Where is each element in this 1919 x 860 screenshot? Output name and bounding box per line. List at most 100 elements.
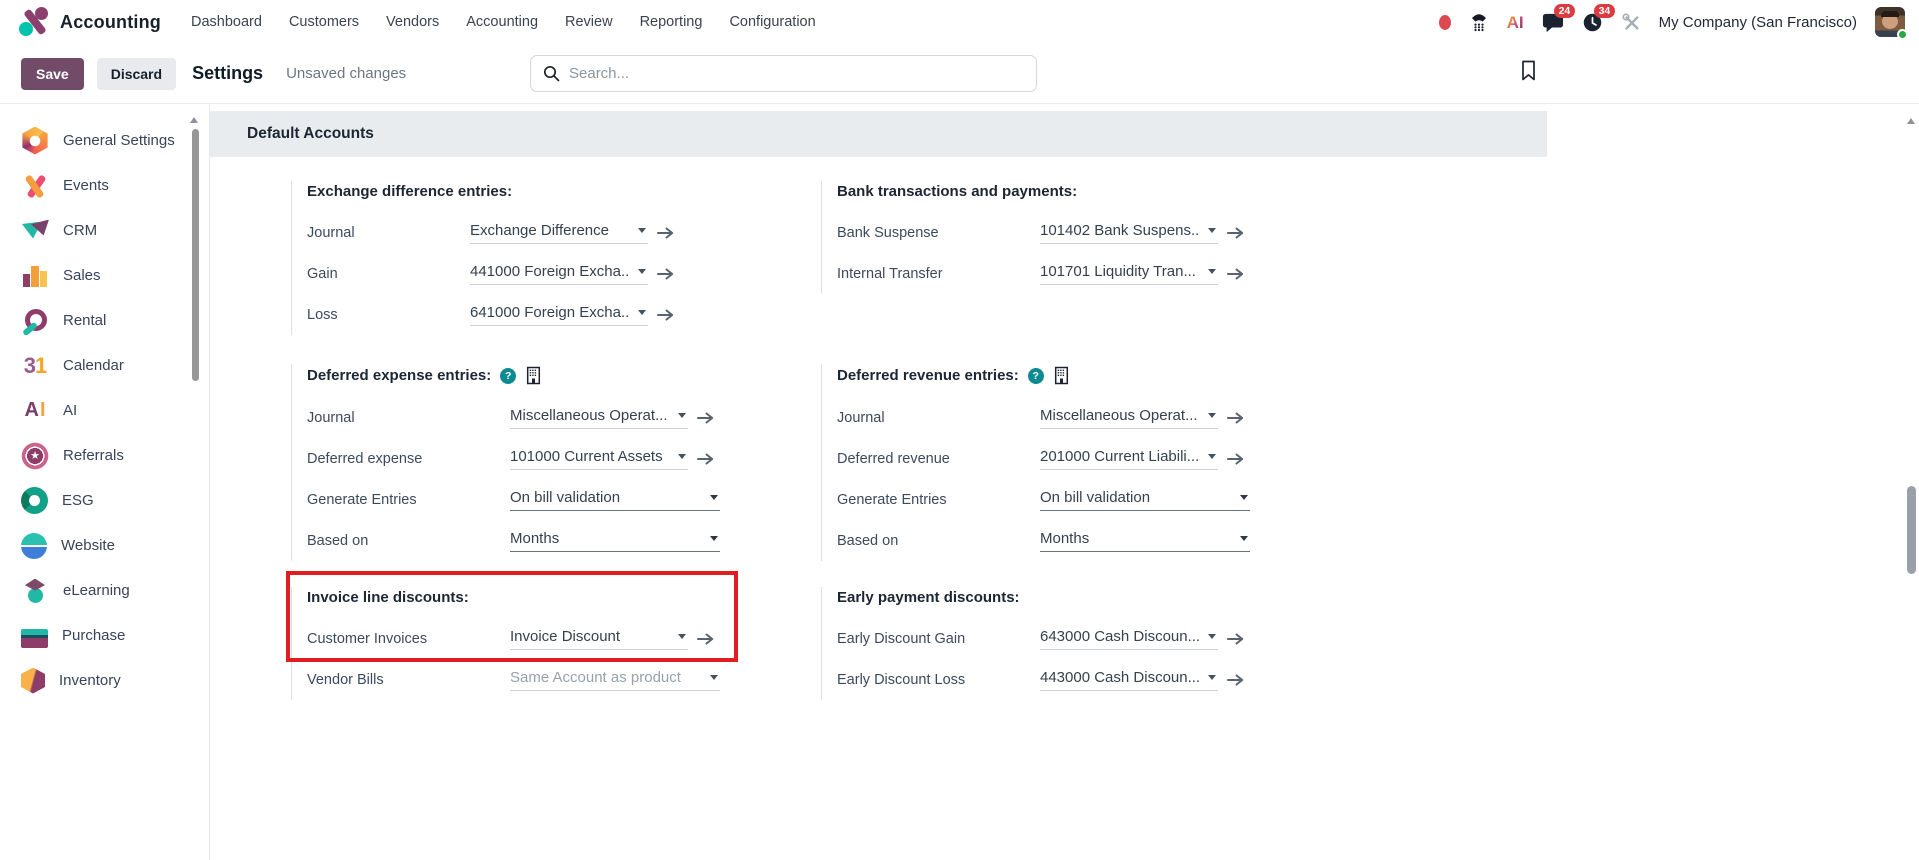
menu-item-review[interactable]: Review	[565, 10, 613, 34]
chevron-down-icon[interactable]	[638, 227, 646, 233]
sidebar-item-inventory[interactable]: Inventory	[0, 658, 209, 703]
select-value[interactable]: On bill validation	[510, 489, 620, 506]
many2one-value[interactable]: 443000 Cash Discoun...	[1040, 669, 1200, 686]
menu-item-accounting[interactable]: Accounting	[466, 10, 538, 34]
select-value[interactable]: Months	[510, 530, 559, 547]
ai-icon[interactable]	[1507, 14, 1524, 31]
internal-link-arrow-icon[interactable]	[1227, 227, 1244, 239]
sidebar-item-crm[interactable]: CRM	[0, 208, 209, 253]
chevron-down-icon[interactable]	[1208, 412, 1216, 418]
chevron-down-icon[interactable]	[678, 453, 686, 459]
user-avatar[interactable]	[1875, 7, 1908, 40]
many2one-value[interactable]: Miscellaneous Operat...	[510, 407, 668, 424]
many2one-field[interactable]: Miscellaneous Operat...	[1040, 407, 1218, 429]
chevron-down-icon[interactable]	[710, 494, 718, 500]
many2one-value[interactable]: 101402 Bank Suspens...	[1040, 222, 1200, 239]
many2one-field[interactable]: 201000 Current Liabili...	[1040, 448, 1218, 470]
bookmark-icon[interactable]	[1519, 59, 1538, 82]
internal-link-arrow-icon[interactable]	[697, 453, 714, 465]
chevron-down-icon[interactable]	[1208, 227, 1216, 233]
building-icon[interactable]	[1053, 366, 1070, 385]
chevron-down-icon[interactable]	[1240, 494, 1248, 500]
many2one-field[interactable]: Same Account as product	[510, 669, 720, 691]
chevron-down-icon[interactable]	[638, 268, 646, 274]
many2one-value[interactable]: Invoice Discount	[510, 628, 620, 645]
sidebar-item-sales[interactable]: Sales	[0, 253, 209, 298]
many2one-field[interactable]: 101402 Bank Suspens...	[1040, 222, 1218, 244]
chevron-down-icon[interactable]	[710, 674, 718, 680]
sidebar-item-esg[interactable]: ESG	[0, 478, 209, 523]
many2one-field[interactable]: 101000 Current Assets	[510, 448, 688, 470]
select-field[interactable]: Months	[1040, 530, 1250, 552]
messages-icon[interactable]: 24	[1542, 3, 1576, 33]
select-field[interactable]: On bill validation	[1040, 489, 1250, 511]
internal-link-arrow-icon[interactable]	[1227, 633, 1244, 645]
page-scroll-up-icon[interactable]	[1907, 118, 1915, 124]
app-title[interactable]: Accounting	[60, 12, 161, 33]
select-value[interactable]: On bill validation	[1040, 489, 1150, 506]
many2one-field[interactable]: 441000 Foreign Excha...	[470, 263, 648, 285]
internal-link-arrow-icon[interactable]	[657, 227, 674, 239]
sidebar-item-ai[interactable]: AI	[0, 388, 209, 433]
building-icon[interactable]	[525, 366, 542, 385]
sidebar-scrollbar[interactable]	[192, 129, 199, 381]
sidebar-item-calendar[interactable]: Calendar	[0, 343, 209, 388]
chevron-down-icon[interactable]	[1208, 453, 1216, 459]
chevron-down-icon[interactable]	[1208, 674, 1216, 680]
search-box[interactable]	[530, 55, 1037, 92]
many2one-field[interactable]: Miscellaneous Operat...	[510, 407, 688, 429]
menu-item-vendors[interactable]: Vendors	[386, 10, 439, 34]
chevron-down-icon[interactable]	[1208, 633, 1216, 639]
accounting-app-logo-icon[interactable]	[18, 6, 50, 38]
menu-item-configuration[interactable]: Configuration	[729, 10, 815, 34]
record-indicator-icon[interactable]	[1438, 14, 1451, 30]
many2one-field[interactable]: 643000 Cash Discoun...	[1040, 628, 1218, 650]
menu-item-reporting[interactable]: Reporting	[640, 10, 703, 34]
search-input[interactable]	[569, 65, 1024, 82]
many2one-field[interactable]: Invoice Discount	[510, 628, 688, 650]
internal-link-arrow-icon[interactable]	[1227, 268, 1244, 280]
many2one-field[interactable]: Exchange Difference	[470, 222, 648, 244]
select-field[interactable]: Months	[510, 530, 720, 552]
many2one-field[interactable]: 641000 Foreign Excha...	[470, 304, 648, 326]
chevron-down-icon[interactable]	[710, 535, 718, 541]
many2one-value[interactable]: Exchange Difference	[470, 222, 609, 239]
phone-icon[interactable]	[1469, 12, 1489, 32]
menu-item-dashboard[interactable]: Dashboard	[191, 10, 262, 34]
chevron-down-icon[interactable]	[1240, 535, 1248, 541]
help-icon[interactable]	[1027, 367, 1044, 384]
select-value[interactable]: Months	[1040, 530, 1089, 547]
help-icon[interactable]	[500, 367, 517, 384]
internal-link-arrow-icon[interactable]	[657, 309, 674, 321]
many2one-value[interactable]: 201000 Current Liabili...	[1040, 448, 1199, 465]
many2one-value[interactable]: 101000 Current Assets	[510, 448, 663, 465]
sidebar-scroll-up-icon[interactable]	[190, 117, 198, 123]
discard-button[interactable]: Discard	[96, 57, 177, 90]
app-switcher[interactable]: Accounting	[18, 6, 161, 38]
page-scrollbar[interactable]	[1907, 486, 1916, 574]
internal-link-arrow-icon[interactable]	[1227, 412, 1244, 424]
internal-link-arrow-icon[interactable]	[697, 412, 714, 424]
many2one-field[interactable]: 443000 Cash Discoun...	[1040, 669, 1218, 691]
chevron-down-icon[interactable]	[1208, 268, 1216, 274]
menu-item-customers[interactable]: Customers	[289, 10, 359, 34]
sidebar-item-referrals[interactable]: Referrals	[0, 433, 209, 478]
select-field[interactable]: On bill validation	[510, 489, 720, 511]
tools-icon[interactable]	[1621, 12, 1641, 32]
chevron-down-icon[interactable]	[678, 412, 686, 418]
internal-link-arrow-icon[interactable]	[1227, 674, 1244, 686]
many2one-value[interactable]: 441000 Foreign Excha...	[470, 263, 630, 280]
sidebar-item-website[interactable]: Website	[0, 523, 209, 568]
sidebar-item-events[interactable]: Events	[0, 163, 209, 208]
sidebar-item-rental[interactable]: Rental	[0, 298, 209, 343]
company-switcher[interactable]: My Company (San Francisco)	[1659, 14, 1857, 31]
chevron-down-icon[interactable]	[678, 633, 686, 639]
save-button[interactable]: Save	[21, 57, 84, 90]
internal-link-arrow-icon[interactable]	[697, 633, 714, 645]
internal-link-arrow-icon[interactable]	[1227, 453, 1244, 465]
many2one-value[interactable]: 641000 Foreign Excha...	[470, 304, 630, 321]
many2one-value[interactable]: Miscellaneous Operat...	[1040, 407, 1198, 424]
sidebar-item-general-settings[interactable]: General Settings	[0, 118, 209, 163]
internal-link-arrow-icon[interactable]	[657, 268, 674, 280]
many2one-value[interactable]: 643000 Cash Discoun...	[1040, 628, 1200, 645]
